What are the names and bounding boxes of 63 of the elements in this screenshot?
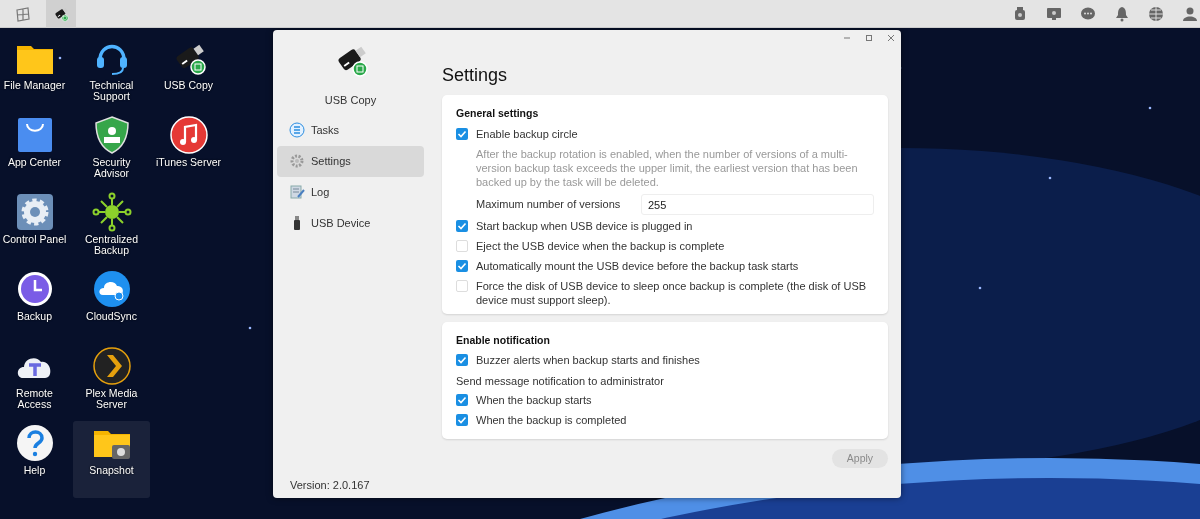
checkbox-label: Eject the USB device when the backup is complete — [476, 238, 725, 254]
app-name: USB Copy — [323, 93, 378, 108]
checkbox-label: Enable backup circle — [476, 126, 578, 142]
list-icon — [289, 122, 305, 138]
version-text: Version: 2.0.167 — [289, 477, 371, 493]
cloud-sync-icon — [91, 269, 132, 309]
document-pen-icon — [289, 184, 305, 200]
globe-icon[interactable] — [1148, 5, 1164, 22]
chevron-icon — [91, 346, 132, 386]
taskbar-app[interactable] — [46, 0, 76, 28]
help-text: After the backup rotation is enabled, when the number of versions of a multi-version backup task exceeds the upper limit, the earliest version that has been backed up by the task will be deleted. — [475, 146, 859, 189]
sidebar-item[interactable]: Settings — [277, 145, 424, 177]
monitor-icon[interactable] — [1046, 5, 1062, 22]
gear-icon — [14, 192, 55, 232]
network-hub-icon — [91, 192, 132, 232]
checkbox[interactable] — [456, 279, 468, 292]
desktop-app[interactable]: Security Advisor — [73, 113, 150, 190]
desktop-app[interactable]: Help — [0, 421, 73, 498]
desktop-app[interactable]: Plex Media Server — [73, 344, 150, 421]
checkbox[interactable] — [456, 354, 468, 367]
checkbox[interactable] — [456, 394, 468, 407]
field-label: Maximum number of versions — [476, 197, 622, 213]
sidebar-item[interactable]: Log — [277, 176, 424, 208]
input-field[interactable]: 255 — [641, 194, 874, 216]
page-title: Settings — [442, 64, 509, 87]
subheading: Send message notification to administrator — [456, 374, 665, 390]
checkbox[interactable] — [456, 127, 468, 140]
gear-icon — [289, 153, 305, 169]
question-mark-icon — [14, 423, 55, 463]
maximize-icon[interactable] — [865, 34, 873, 42]
desktop-app[interactable]: Control Panel — [0, 190, 73, 267]
desktop-app[interactable]: iTunes Server — [150, 113, 227, 190]
desktop-app[interactable]: File Manager — [0, 36, 73, 113]
desktop-app[interactable]: Remote Access — [0, 344, 73, 421]
sidebar-item[interactable]: Tasks — [277, 114, 424, 146]
close-icon[interactable] — [887, 34, 895, 42]
checkbox-label: Force the disk of USB device to sleep once backup is complete (the disk of USB device must support sleep). — [476, 278, 868, 308]
checkbox[interactable] — [456, 239, 468, 252]
desktop-app[interactable]: USB Copy — [150, 36, 227, 113]
usb-device-icon[interactable] — [1012, 5, 1028, 22]
desktop-app[interactable]: Centralized Backup — [73, 190, 150, 267]
desktop-app[interactable]: Snapshot — [73, 421, 150, 498]
checkbox-label: Start backup when USB device is plugged in — [476, 218, 693, 234]
section-heading: Enable notification — [456, 333, 551, 347]
desktop-app[interactable]: CloudSync — [73, 267, 150, 344]
chat-icon[interactable] — [1080, 5, 1096, 22]
checkbox[interactable] — [456, 259, 468, 272]
checkbox-label: When the backup is completed — [476, 413, 627, 428]
checkbox-label: Buzzer alerts when backup starts and finishes — [476, 353, 700, 368]
minimize-icon[interactable] — [843, 34, 851, 42]
section-heading: General settings — [456, 107, 540, 120]
notification-bell-icon[interactable] — [1114, 5, 1130, 22]
windows-icon — [14, 4, 32, 23]
music-note-icon — [168, 115, 209, 155]
sidebar-item[interactable]: USB Device — [277, 207, 424, 239]
desktop-app[interactable]: Backup — [0, 267, 73, 344]
desktop-app[interactable]: Technical Support — [73, 36, 150, 113]
user-icon[interactable] — [1182, 5, 1198, 22]
checkbox[interactable] — [456, 414, 468, 427]
checkbox-label: When the backup starts — [476, 393, 592, 408]
desktop-app[interactable]: App Center — [0, 113, 73, 190]
checkbox[interactable] — [456, 219, 468, 232]
checkbox-label: Automatically mount the USB device before the backup task starts — [476, 258, 799, 274]
